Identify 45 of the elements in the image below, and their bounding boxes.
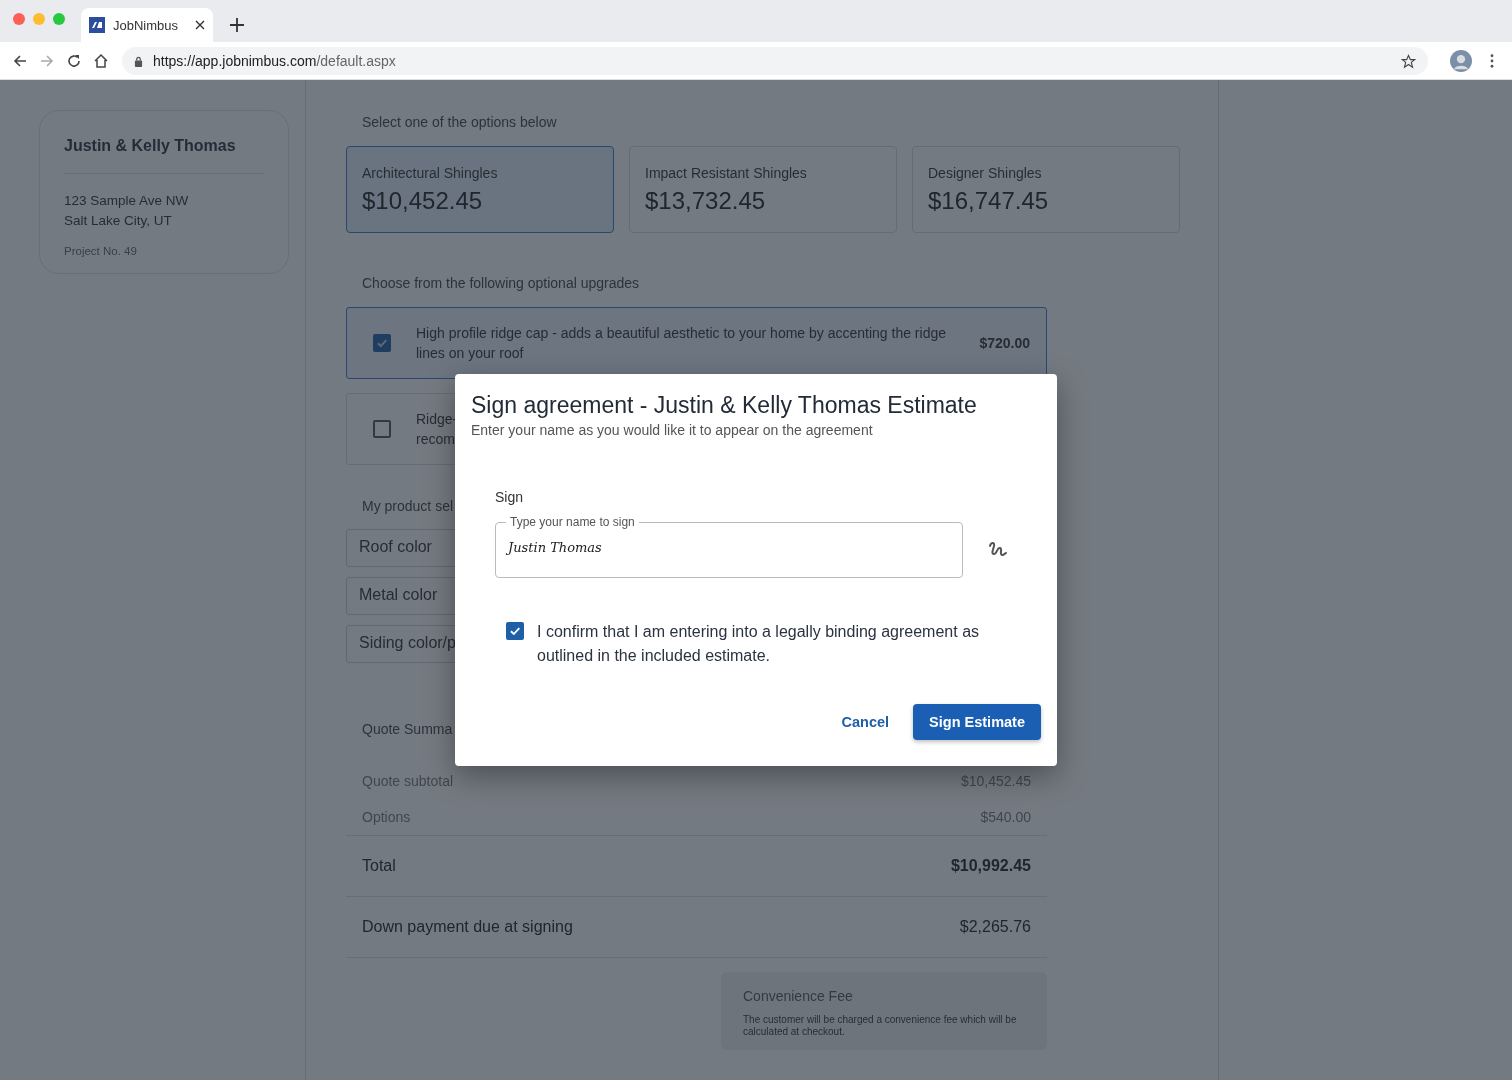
back-arrow-icon[interactable] xyxy=(12,53,28,69)
upgrade-description: High profile ridge cap - adds a beautiful aesthetic to your home by accenting the ridge lines on your roof xyxy=(416,324,947,363)
confirm-text: I confirm that I am entering into a legally binding agreement as outlined in the included estimate. xyxy=(537,622,981,666)
option-card[interactable]: Designer Shingles $16,747.45 xyxy=(912,146,1180,233)
bookmark-star-icon[interactable] xyxy=(1401,53,1416,69)
sign-button[interactable]: Sign Estimate xyxy=(913,704,1041,740)
signature-icon[interactable] xyxy=(988,541,1008,559)
lock-icon xyxy=(134,55,143,67)
option-card[interactable]: Architectural Shingles $10,452.45 xyxy=(346,146,614,233)
menu-icon[interactable] xyxy=(1490,54,1494,68)
customer-name: Justin & Kelly Thomas xyxy=(64,137,237,155)
summary-label: Down payment due at signing xyxy=(362,918,573,936)
check-icon xyxy=(375,336,389,350)
section-title: Quote Summa xyxy=(362,721,453,737)
dialog-subtitle: Enter your name as you would like it to appear on the agreement xyxy=(471,422,874,438)
summary-value: $2,265.76 xyxy=(959,918,1031,936)
sign-label: Sign xyxy=(495,489,525,505)
logo-icon xyxy=(89,17,105,33)
avatar-icon[interactable] xyxy=(1450,50,1472,72)
cancel-button[interactable]: Cancel xyxy=(833,704,898,740)
fee-description: The customer will be charged a convenience fee which will be calculated at checkout. xyxy=(743,1014,1018,1038)
home-icon[interactable] xyxy=(93,53,109,69)
project-number: Project No. 49 xyxy=(64,245,138,257)
signature-field[interactable]: Type your name to sign Justin Thomas xyxy=(495,516,963,578)
close-tab-icon[interactable] xyxy=(195,20,205,30)
summary-label: Total xyxy=(362,857,396,875)
option-card[interactable]: Impact Resistant Shingles $13,732.45 xyxy=(629,146,897,233)
upgrade-price: $720.00 xyxy=(979,335,1030,351)
browser-tab[interactable]: JobNimbus xyxy=(81,8,213,42)
summary-value: $10,992.45 xyxy=(950,857,1031,875)
section-title: Select one of the options below xyxy=(362,114,557,130)
section-title: Choose from the following optional upgrades xyxy=(362,275,640,291)
reload-icon[interactable] xyxy=(66,53,82,69)
section-title: My product sel xyxy=(362,498,454,514)
upgrade-description: Ridge- recom xyxy=(416,410,458,449)
new-tab-icon[interactable] xyxy=(230,18,244,32)
address-bar[interactable]: https://app.jobnimbus.com/default.aspx xyxy=(122,47,1428,75)
close-window-button[interactable] xyxy=(13,13,25,25)
checkbox[interactable] xyxy=(373,334,391,352)
checkbox[interactable] xyxy=(373,420,391,438)
address-line: Salt Lake City, UT xyxy=(64,212,173,230)
confirm-checkbox[interactable] xyxy=(506,622,524,640)
fee-title: Convenience Fee xyxy=(743,988,854,1004)
address-line: 123 Sample Ave NW xyxy=(64,192,190,210)
dialog-title: Sign agreement - Justin & Kelly Thomas Estimate xyxy=(471,392,978,419)
